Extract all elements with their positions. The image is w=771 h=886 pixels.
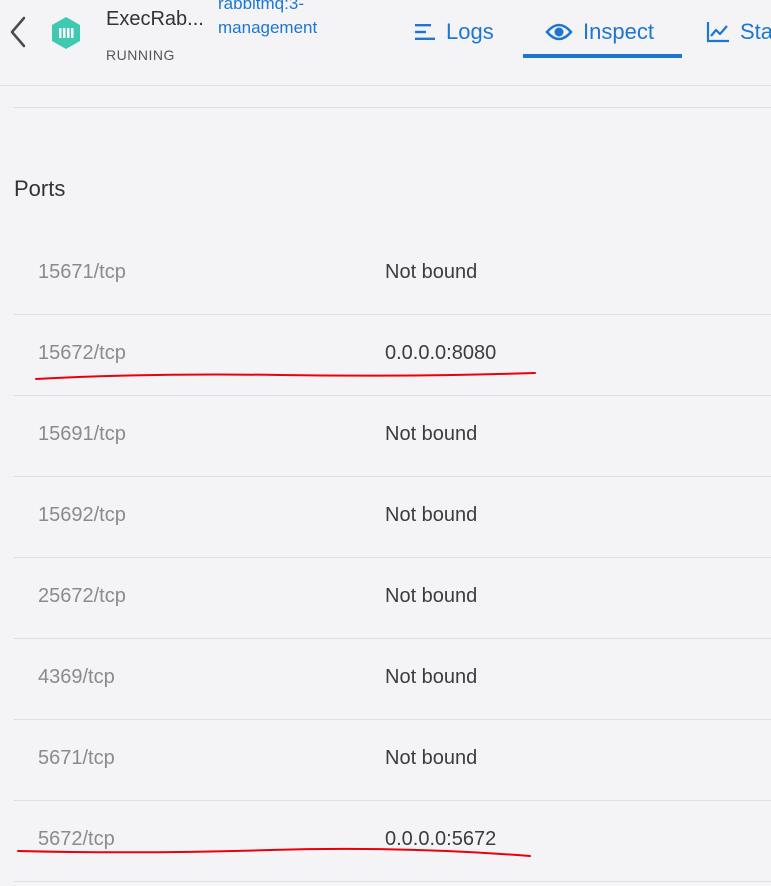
container-port: 5671/tcp xyxy=(38,747,115,769)
container-port: 15692/tcp xyxy=(38,504,126,526)
back-button[interactable] xyxy=(6,14,30,50)
container-port: 4369/tcp xyxy=(38,666,115,688)
image-link[interactable]: rabbitmq:3- management xyxy=(218,0,348,40)
port-row: 5672/tcp 0.0.0.0:5672 xyxy=(14,801,771,882)
port-row: 15692/tcp Not bound xyxy=(14,477,771,558)
tab-logs-label: Logs xyxy=(446,19,494,44)
port-row: 25672/tcp Not bound xyxy=(14,558,771,639)
eye-icon xyxy=(545,23,573,41)
tab-stats-label: Sta xyxy=(740,19,771,44)
host-binding: Not bound xyxy=(385,423,478,445)
host-binding: Not bound xyxy=(385,585,478,607)
port-row: 15691/tcp Not bound xyxy=(14,396,771,477)
logs-icon xyxy=(415,24,435,40)
port-row: 4369/tcp Not bound xyxy=(14,639,771,720)
image-link-line1: rabbitmq:3- xyxy=(218,0,304,13)
container-port: 25672/tcp xyxy=(38,585,126,607)
port-row: 5671/tcp Not bound xyxy=(14,720,771,801)
port-row: 15672/tcp 0.0.0.0:8080 xyxy=(14,315,771,396)
image-link-line2: management xyxy=(218,18,318,37)
ports-section-title: Ports xyxy=(14,176,66,201)
tab-logs[interactable]: Logs xyxy=(414,12,494,52)
port-row: 15671/tcp Not bound xyxy=(14,234,771,315)
tab-inspect[interactable]: Inspect xyxy=(545,12,654,52)
stats-chart-icon xyxy=(706,22,729,43)
container-port: 5672/tcp xyxy=(38,828,115,850)
tab-stats[interactable]: Sta xyxy=(706,12,771,52)
container-port: 15691/tcp xyxy=(38,423,126,445)
status-badge: RUNNING xyxy=(106,47,175,63)
host-binding[interactable]: 0.0.0.0:8080 xyxy=(385,342,496,365)
container-header: ExecRab... RUNNING rabbitmq:3- managemen… xyxy=(0,0,771,86)
tab-inspect-label: Inspect xyxy=(583,19,654,44)
host-binding: Not bound xyxy=(385,261,478,283)
container-name: ExecRab... xyxy=(106,8,204,30)
container-port: 15671/tcp xyxy=(38,261,126,283)
host-binding[interactable]: 0.0.0.0:5672 xyxy=(385,828,496,851)
host-binding: Not bound xyxy=(385,504,478,526)
host-binding: Not bound xyxy=(385,666,478,688)
chevron-left-icon xyxy=(10,16,26,48)
host-binding: Not bound xyxy=(385,747,478,769)
container-port: 15672/tcp xyxy=(38,342,126,364)
container-icon xyxy=(49,16,83,50)
divider xyxy=(14,107,771,108)
active-tab-indicator xyxy=(523,54,682,58)
